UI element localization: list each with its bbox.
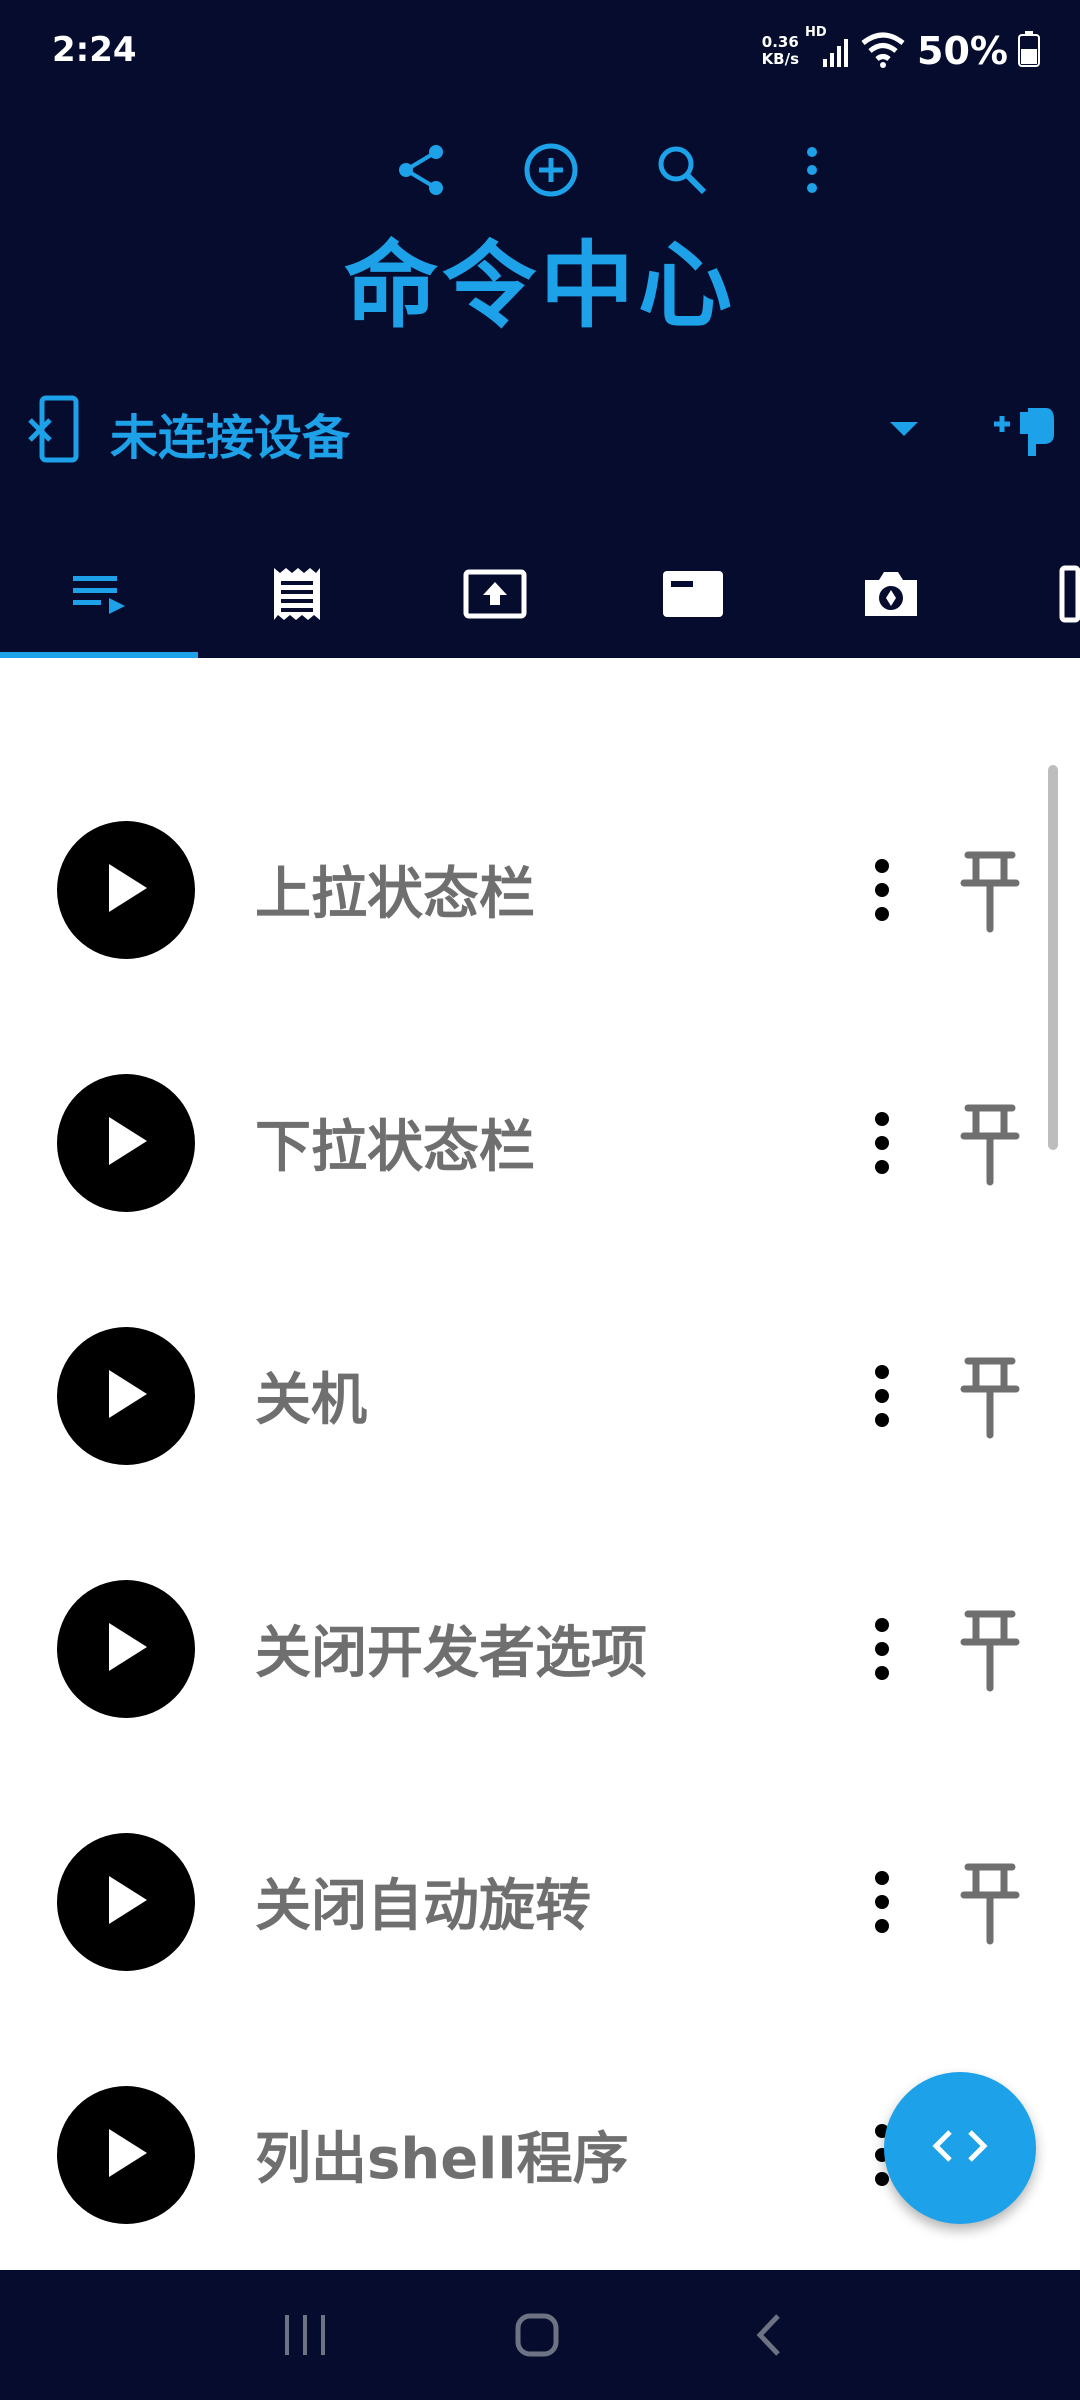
add-connection-icon[interactable] xyxy=(990,394,1060,468)
command-label: 上拉状态栏 xyxy=(255,862,535,927)
code-icon xyxy=(930,2126,990,2170)
device-label: 未连接设备 xyxy=(110,410,351,466)
command-list-icon xyxy=(69,572,129,620)
more-options-icon[interactable] xyxy=(862,1857,902,1947)
share-icon[interactable] xyxy=(382,130,462,210)
home-icon[interactable] xyxy=(497,2300,577,2370)
play-icon xyxy=(101,1619,151,1679)
dropdown-arrow-icon[interactable] xyxy=(886,416,922,444)
system-nav-bar xyxy=(0,2270,1080,2400)
screenshot-icon xyxy=(861,568,921,624)
play-button[interactable] xyxy=(57,1074,195,1212)
command-label: 关机 xyxy=(255,1368,367,1433)
more-options-icon[interactable] xyxy=(862,1604,902,1694)
list-item[interactable]: 关闭自动旋转 xyxy=(0,1833,1080,2086)
add-circle-icon[interactable] xyxy=(511,130,591,210)
pin-icon[interactable] xyxy=(955,843,1025,939)
play-icon xyxy=(101,860,151,920)
network-speed-value: 0.36 xyxy=(761,33,799,51)
status-bar: 2:24 0.36 KB/s HD 50% xyxy=(0,0,1080,106)
tab-more[interactable] xyxy=(990,540,1080,652)
play-button[interactable] xyxy=(57,1833,195,1971)
more-options-icon[interactable] xyxy=(862,1351,902,1441)
list-item[interactable]: 上拉状态栏 xyxy=(0,821,1080,1074)
tab-window[interactable] xyxy=(594,540,792,652)
device-selector[interactable]: 未连接设备 xyxy=(0,380,1080,480)
upload-icon xyxy=(463,569,527,623)
active-tab-indicator xyxy=(0,652,198,658)
pin-icon[interactable] xyxy=(955,1096,1025,1192)
play-icon xyxy=(101,2125,151,2185)
list-item[interactable]: 关闭开发者选项 xyxy=(0,1580,1080,1833)
command-label: 列出shell程序 xyxy=(255,2127,629,2192)
wifi-icon xyxy=(859,29,907,73)
page-title: 命令中心 xyxy=(343,232,736,341)
back-icon[interactable] xyxy=(730,2300,810,2370)
list-item[interactable]: 关机 xyxy=(0,1327,1080,1580)
search-icon[interactable] xyxy=(642,130,722,210)
script-icon xyxy=(270,564,324,628)
more-tab-icon xyxy=(1056,564,1080,628)
tab-script[interactable] xyxy=(198,540,396,652)
battery-percent: 50% xyxy=(917,29,1008,73)
play-button[interactable] xyxy=(57,1580,195,1718)
tab-bar xyxy=(0,540,1080,658)
tab-upload[interactable] xyxy=(396,540,594,652)
status-time: 2:24 xyxy=(52,30,137,70)
play-icon xyxy=(101,1113,151,1173)
command-label: 关闭开发者选项 xyxy=(255,1621,647,1686)
code-fab-button[interactable] xyxy=(884,2072,1036,2224)
window-icon xyxy=(661,569,725,623)
play-icon xyxy=(101,1872,151,1932)
app-header: 2:24 0.36 KB/s HD 50% 命令中心 未连接设备 xyxy=(0,0,1080,658)
play-button[interactable] xyxy=(57,1327,195,1465)
pin-icon[interactable] xyxy=(955,1855,1025,1951)
network-type: HD xyxy=(805,25,827,40)
tab-screenshot[interactable] xyxy=(792,540,990,652)
network-speed: 0.36 KB/s xyxy=(762,34,799,68)
list-item[interactable]: 下拉状态栏 xyxy=(0,1074,1080,1327)
play-icon xyxy=(101,1366,151,1426)
play-button[interactable] xyxy=(57,821,195,959)
scrollbar[interactable] xyxy=(1048,765,1058,1150)
status-indicators: 0.36 KB/s HD 50% xyxy=(762,25,1040,76)
device-disconnected-icon xyxy=(26,394,82,468)
tab-command-list[interactable] xyxy=(0,540,198,652)
more-vert-icon[interactable] xyxy=(772,130,852,210)
more-options-icon[interactable] xyxy=(862,1098,902,1188)
network-speed-unit: KB/s xyxy=(761,50,800,68)
play-button[interactable] xyxy=(57,2086,195,2224)
battery-icon xyxy=(1018,31,1040,71)
pin-icon[interactable] xyxy=(955,1602,1025,1698)
recent-apps-icon[interactable] xyxy=(265,2300,345,2370)
command-label: 关闭自动旋转 xyxy=(255,1874,591,1939)
command-label: 下拉状态栏 xyxy=(255,1115,535,1180)
pin-icon[interactable] xyxy=(955,1349,1025,1445)
signal-icon: HD xyxy=(805,25,849,71)
more-options-icon[interactable] xyxy=(862,845,902,935)
